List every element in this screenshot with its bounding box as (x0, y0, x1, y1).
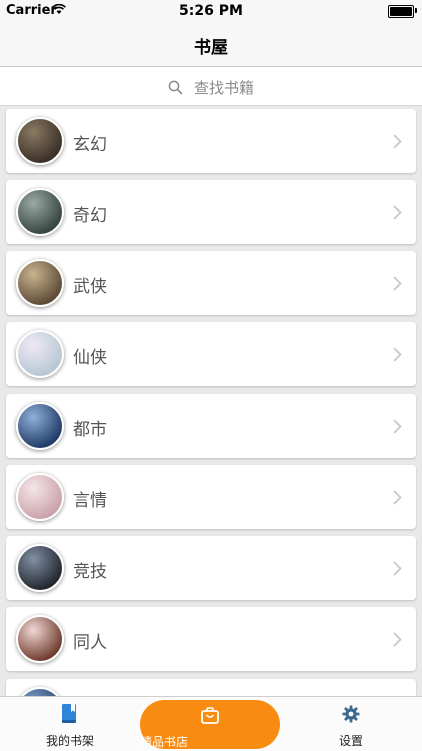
navigation-bar: 书屋 (0, 22, 422, 67)
category-thumbnail (16, 259, 64, 307)
category-label: 仙侠 (73, 348, 107, 368)
category-row[interactable]: 同人 (6, 607, 416, 671)
search-icon (168, 80, 183, 95)
category-list: 玄幻奇幻武侠仙侠都市言情竞技同人 (0, 106, 422, 696)
book-icon (62, 704, 76, 723)
chevron-right-icon (393, 561, 402, 576)
chevron-right-icon (393, 490, 402, 505)
tab-bookshelf-label: 我的书架 (45, 734, 94, 748)
category-thumbnail (16, 544, 64, 592)
category-row[interactable]: 仙侠 (6, 322, 416, 386)
page-title: 书屋 (194, 38, 228, 58)
category-row[interactable]: 都市 (6, 394, 416, 458)
tab-store[interactable]: 精品书店 (140, 700, 280, 749)
tab-settings[interactable]: 设置 (280, 697, 422, 751)
category-thumbnail (16, 330, 64, 378)
category-thumbnail (16, 473, 64, 521)
status-bar: Carrier 5:26 PM (0, 0, 422, 22)
tab-bar: 我的书架 精品书店 设置 (0, 696, 422, 751)
store-bag-icon (201, 707, 219, 724)
gear-icon (342, 705, 360, 723)
chevron-right-icon (393, 419, 402, 434)
battery-icon (388, 5, 414, 18)
category-row[interactable]: 玄幻 (6, 109, 416, 173)
category-label: 都市 (73, 420, 107, 440)
battery-tip (415, 8, 417, 13)
chevron-right-icon (393, 632, 402, 647)
category-row[interactable]: 武侠 (6, 251, 416, 315)
category-row[interactable]: 言情 (6, 465, 416, 529)
category-row[interactable]: 竞技 (6, 536, 416, 600)
category-thumbnail (16, 117, 64, 165)
category-row[interactable]: 奇幻 (6, 180, 416, 244)
category-label: 玄幻 (73, 135, 107, 155)
category-label: 奇幻 (73, 206, 107, 226)
category-label: 竞技 (73, 562, 107, 582)
category-row[interactable] (6, 679, 416, 696)
tab-store-label: 精品书店 (140, 735, 189, 749)
category-thumbnail (16, 402, 64, 450)
chevron-right-icon (393, 205, 402, 220)
chevron-right-icon (393, 276, 402, 291)
chevron-right-icon (393, 134, 402, 149)
category-label: 言情 (73, 491, 107, 511)
status-time: 5:26 PM (179, 3, 243, 19)
search-bar[interactable]: 查找书籍 (0, 67, 422, 106)
search-field[interactable]: 查找书籍 (0, 77, 422, 97)
tab-bookshelf[interactable]: 我的书架 (0, 697, 140, 751)
category-thumbnail (16, 188, 64, 236)
category-label: 同人 (73, 633, 107, 653)
search-placeholder: 查找书籍 (194, 79, 255, 97)
category-thumbnail (16, 687, 64, 696)
category-label: 武侠 (73, 277, 107, 297)
category-thumbnail (16, 615, 64, 663)
tab-settings-label: 设置 (338, 734, 363, 748)
chevron-right-icon (393, 347, 402, 362)
